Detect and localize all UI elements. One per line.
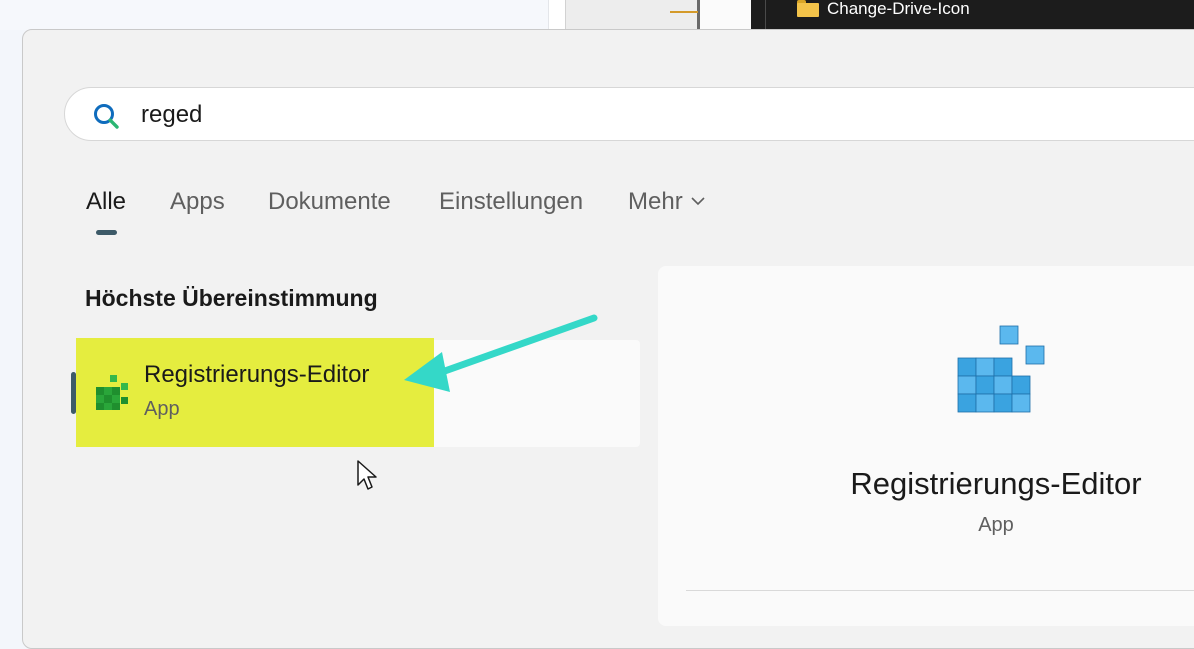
registry-editor-icon <box>957 325 1045 413</box>
tab-mehr[interactable]: Mehr <box>628 188 705 216</box>
details-pane <box>658 266 1194 626</box>
chevron-down-icon <box>691 197 705 206</box>
details-divider <box>686 590 1194 591</box>
tab-dokumente[interactable]: Dokumente <box>268 188 391 216</box>
explorer-tree-line <box>765 0 766 30</box>
folder-icon <box>797 0 819 17</box>
result-type: App <box>144 398 180 420</box>
background-line <box>670 11 698 13</box>
tab-einstellungen[interactable]: Einstellungen <box>439 188 583 216</box>
mouse-cursor-icon <box>357 460 377 490</box>
background-explorer-window: Change-Drive-Icon <box>751 0 1194 30</box>
search-icon <box>94 104 119 129</box>
annotation-arrow <box>404 314 598 392</box>
explorer-item-label[interactable]: Change-Drive-Icon <box>827 0 970 19</box>
details-type: App <box>978 514 1014 536</box>
details-title: Registrierungs-Editor <box>850 466 1142 501</box>
registry-editor-icon <box>96 375 128 410</box>
tab-apps[interactable]: Apps <box>170 188 225 216</box>
background-window-gap <box>700 0 751 30</box>
search-input[interactable] <box>141 98 741 132</box>
background-window-divider <box>548 0 566 30</box>
tab-mehr-label: Mehr <box>628 188 683 215</box>
background-window-middle <box>565 0 700 30</box>
search-box[interactable] <box>64 87 1194 141</box>
selection-accent <box>71 372 76 414</box>
result-title: Registrierungs-Editor <box>144 361 370 388</box>
active-tab-indicator <box>96 230 117 235</box>
best-match-heading: Höchste Übereinstimmung <box>85 285 378 311</box>
background-window-left <box>0 0 548 30</box>
tab-alle[interactable]: Alle <box>86 188 126 216</box>
